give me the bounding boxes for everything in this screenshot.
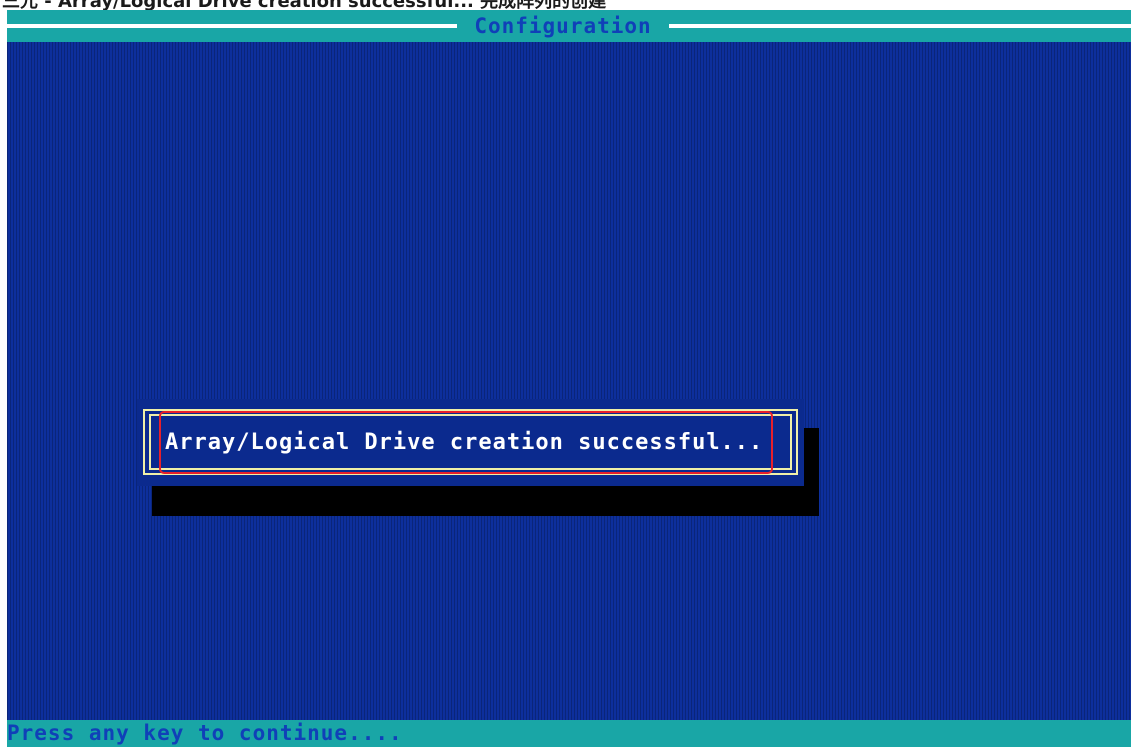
caption-text: 三元 - Array/Logical Drive creation succes… <box>2 0 606 10</box>
status-prompt: Press any key to continue.... <box>7 721 403 745</box>
bios-screen: Configuration Array/Logical Drive creati… <box>7 10 1131 747</box>
message-dialog: Array/Logical Drive creation successful.… <box>137 399 804 486</box>
title-bar: Configuration <box>7 10 1131 42</box>
top-caption-strip: 三元 - Array/Logical Drive creation succes… <box>0 0 1131 10</box>
screen-title: Configuration <box>474 14 652 38</box>
title-rule-left <box>7 24 457 28</box>
status-bar: Press any key to continue.... <box>7 720 1131 747</box>
annotation-highlight-box <box>159 411 773 474</box>
title-rule-right <box>669 24 1131 28</box>
